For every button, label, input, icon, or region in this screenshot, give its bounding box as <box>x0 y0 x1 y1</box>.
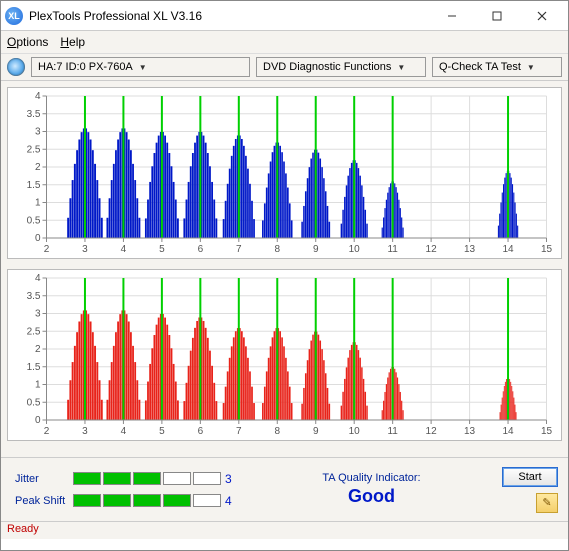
svg-text:0.5: 0.5 <box>27 215 41 226</box>
disc-icon <box>7 58 25 76</box>
svg-text:3: 3 <box>35 127 41 138</box>
window-title: PlexTools Professional XL V3.16 <box>29 9 429 23</box>
chevron-down-icon: ▼ <box>527 63 535 72</box>
svg-text:8: 8 <box>274 426 280 437</box>
svg-text:3: 3 <box>82 244 88 255</box>
svg-text:3.5: 3.5 <box>27 109 41 120</box>
start-button[interactable]: Start <box>502 467 558 487</box>
chevron-down-icon: ▼ <box>397 63 405 72</box>
svg-text:1.5: 1.5 <box>27 362 41 373</box>
svg-text:5: 5 <box>159 426 165 437</box>
svg-text:7: 7 <box>236 426 242 437</box>
menu-options[interactable]: Options <box>7 35 48 49</box>
close-button[interactable] <box>519 1 564 31</box>
svg-text:10: 10 <box>349 426 361 437</box>
svg-text:14: 14 <box>502 244 514 255</box>
svg-text:1.5: 1.5 <box>27 180 41 191</box>
quality-label: TA Quality Indicator: <box>241 472 502 484</box>
svg-text:13: 13 <box>464 244 476 255</box>
svg-text:3.5: 3.5 <box>27 291 41 302</box>
options-button[interactable]: ✎ <box>536 493 558 513</box>
svg-text:2: 2 <box>44 426 50 437</box>
svg-text:12: 12 <box>426 426 438 437</box>
mode-select-value: DVD Diagnostic Functions <box>263 61 391 73</box>
svg-text:2.5: 2.5 <box>27 144 41 155</box>
svg-text:2: 2 <box>35 344 41 355</box>
svg-text:4: 4 <box>35 91 41 102</box>
mode-select[interactable]: DVD Diagnostic Functions ▼ <box>256 57 426 77</box>
menu-help[interactable]: Help <box>60 35 85 49</box>
svg-text:0: 0 <box>35 415 41 426</box>
svg-text:13: 13 <box>464 426 476 437</box>
svg-text:8: 8 <box>274 244 280 255</box>
drive-select-value: HA:7 ID:0 PX-760A <box>38 61 133 73</box>
svg-text:2: 2 <box>44 244 50 255</box>
wrench-icon: ✎ <box>542 496 551 509</box>
app-icon: XL <box>5 7 23 25</box>
svg-text:0.5: 0.5 <box>27 397 41 408</box>
svg-text:11: 11 <box>387 244 398 255</box>
svg-text:14: 14 <box>502 426 514 437</box>
svg-text:0: 0 <box>35 233 41 244</box>
svg-text:5: 5 <box>159 244 165 255</box>
peakshift-value: 4 <box>221 494 241 508</box>
peakshift-label: Peak Shift <box>15 495 73 507</box>
svg-text:9: 9 <box>313 426 319 437</box>
svg-text:4: 4 <box>121 244 127 255</box>
svg-text:9: 9 <box>313 244 319 255</box>
svg-text:4: 4 <box>35 273 41 284</box>
jitter-value: 3 <box>221 472 241 486</box>
maximize-button[interactable] <box>474 1 519 31</box>
svg-text:1: 1 <box>35 198 41 209</box>
svg-text:15: 15 <box>541 244 553 255</box>
svg-text:11: 11 <box>387 426 398 437</box>
results-panel: Jitter 3 Peak Shift 4 TA Quality Indicat… <box>1 457 568 521</box>
test-select[interactable]: Q-Check TA Test ▼ <box>432 57 562 77</box>
chart-bottom: 0 0.5 1 1.5 2 2.5 3 3.5 4 2 3 4 5 6 7 8 9 10 11 12 13 14 15 <box>7 269 562 441</box>
svg-text:3: 3 <box>35 309 41 320</box>
svg-text:2: 2 <box>35 162 41 173</box>
toolbar: HA:7 ID:0 PX-760A ▼ DVD Diagnostic Funct… <box>1 53 568 81</box>
svg-text:6: 6 <box>198 426 204 437</box>
svg-text:6: 6 <box>198 244 204 255</box>
quality-value: Good <box>241 486 502 507</box>
jitter-label: Jitter <box>15 473 73 485</box>
drive-select[interactable]: HA:7 ID:0 PX-760A ▼ <box>31 57 250 77</box>
svg-text:2.5: 2.5 <box>27 326 41 337</box>
test-select-value: Q-Check TA Test <box>439 61 521 73</box>
title-bar: XL PlexTools Professional XL V3.16 <box>1 1 568 31</box>
svg-text:10: 10 <box>349 244 361 255</box>
peakshift-indicator <box>73 494 221 507</box>
svg-text:1: 1 <box>35 380 41 391</box>
menu-bar: Options Help <box>1 31 568 53</box>
svg-text:15: 15 <box>541 426 553 437</box>
chevron-down-icon: ▼ <box>139 63 147 72</box>
jitter-indicator <box>73 472 221 485</box>
svg-text:4: 4 <box>121 426 127 437</box>
chart-top: 0 0.5 1 1.5 2 2.5 3 3.5 4 2 3 4 5 6 7 8 9 10 11 12 13 14 15 <box>7 87 562 259</box>
svg-text:12: 12 <box>426 244 438 255</box>
status-bar: Ready <box>1 521 568 539</box>
svg-text:7: 7 <box>236 244 242 255</box>
svg-text:3: 3 <box>82 426 88 437</box>
minimize-button[interactable] <box>429 1 474 31</box>
